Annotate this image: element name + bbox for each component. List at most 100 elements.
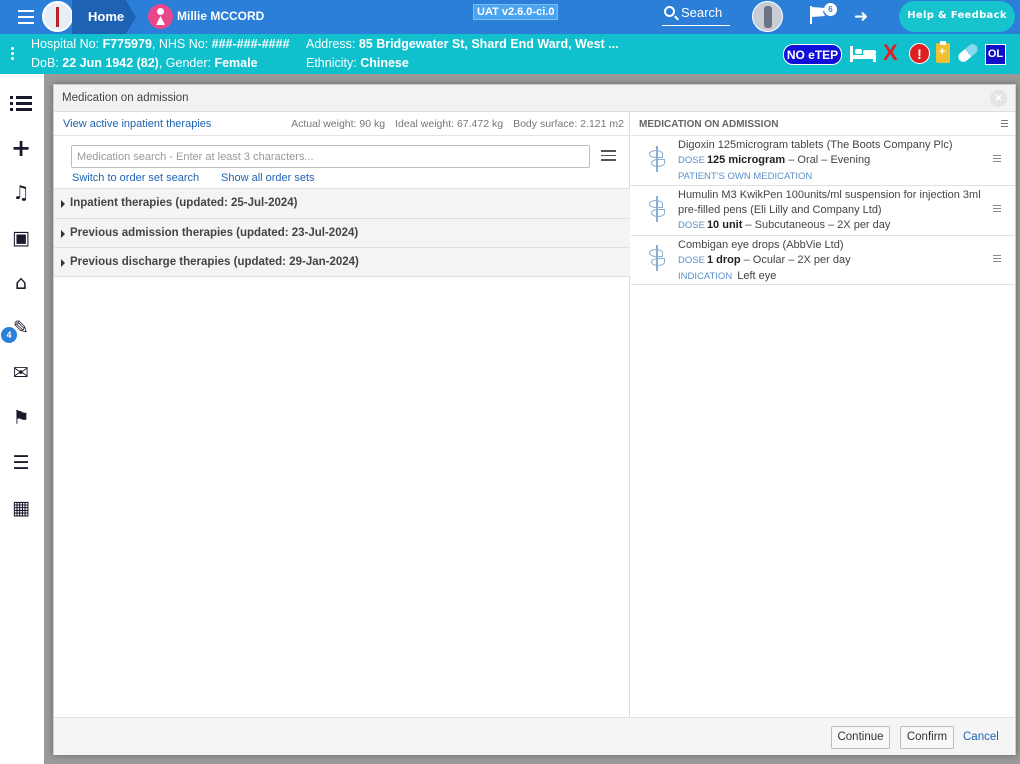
camera-glyph: ▣ [12, 227, 30, 249]
ol-badge[interactable]: OL [985, 44, 1006, 65]
indication-value: Left eye [737, 270, 777, 282]
medication-admission-dialog: Medication on admission × View active in… [53, 84, 1016, 755]
checklist-icon[interactable]: ☰ [7, 450, 35, 476]
logout-icon[interactable]: ➜ [854, 8, 868, 25]
dose-key: DOSE [678, 220, 705, 231]
ethnicity-value: Chinese [360, 56, 409, 70]
add-icon[interactable]: + [7, 135, 35, 161]
section-inpatient-therapies[interactable]: Inpatient therapies (updated: 25-Jul-202… [54, 188, 630, 218]
bed-icon[interactable] [850, 46, 876, 62]
checklist-glyph: ☰ [12, 452, 30, 474]
search-options-menu-icon[interactable] [601, 150, 616, 161]
route-frequency: – Subcutaneous – 2X per day [742, 219, 891, 231]
dob-label: DoB: [31, 56, 63, 70]
app-logo[interactable] [42, 1, 73, 32]
medication-name: Digoxin 125microgram tablets (The Boots … [678, 139, 953, 151]
caduceus-icon [646, 245, 668, 271]
indication-line: INDICATION Left eye [678, 270, 776, 282]
close-icon[interactable]: × [990, 90, 1007, 107]
inbox-icon[interactable]: ✉ [7, 360, 35, 386]
discharge-glyph: ⚑ [12, 407, 30, 429]
medication-item[interactable]: Digoxin 125microgram tablets (The Boots … [631, 136, 1015, 186]
hospital-number: F775979 [102, 37, 152, 51]
dialog-title: Medication on admission [62, 92, 189, 104]
clipboard-icon[interactable] [936, 41, 950, 63]
address-label: Address: [306, 37, 359, 51]
home-glyph: ⌂ [14, 272, 28, 294]
gender-label: , Gender: [158, 56, 215, 70]
dose-key: DOSE [678, 155, 705, 166]
cancel-link[interactable]: Cancel [963, 731, 999, 743]
item-menu-icon[interactable] [993, 205, 1001, 214]
dose-line: DOSE 1 drop – Ocular – 2X per day [678, 254, 851, 266]
cross-alert-icon[interactable]: X [883, 41, 898, 65]
stethoscope-icon[interactable]: ♫ [7, 180, 35, 206]
admission-medication-list: MEDICATION ON ADMISSION Digoxin 125micro… [631, 112, 1015, 717]
medication-item[interactable]: Combigan eye drops (AbbVie Ltd) DOSE 1 dr… [631, 236, 1015, 285]
patient-female-icon [148, 4, 173, 29]
search-button[interactable]: Search [662, 4, 730, 26]
dob-gender-line: DoB: 22 Jun 1942 (82), Gender: Female [31, 56, 258, 70]
weights-info: Actual weight: 90 kg Ideal weight: 67.472… [281, 118, 624, 130]
route-frequency: – Ocular – 2X per day [740, 254, 851, 266]
no-etep-badge[interactable]: NO eTEP [783, 44, 842, 65]
warning-icon[interactable]: ! [909, 43, 930, 64]
top-bar: Home Millie MCCORD UAT v2.6.0-ci.0 Searc… [0, 0, 1020, 34]
home-label[interactable]: Home [88, 9, 124, 24]
patient-banner: Hospital No: F775979, NHS No: ###-###-##… [0, 34, 1020, 74]
indication-key: INDICATION [678, 271, 733, 282]
item-menu-icon[interactable] [993, 255, 1001, 264]
user-avatar[interactable] [752, 1, 783, 32]
dose-line: DOSE 125 microgram – Oral – Evening [678, 154, 870, 166]
list-menu-icon[interactable] [1001, 120, 1008, 129]
patient-name[interactable]: Millie MCCORD [177, 9, 264, 23]
pill-icon[interactable] [956, 42, 980, 64]
own-medication-label: PATIENT'S OWN MEDICATION [678, 171, 813, 182]
address-value: 85 Bridgewater St, Shard End Ward, West … [358, 37, 619, 51]
version-badge: UAT v2.6.0-ci.0 [473, 4, 559, 20]
search-icon [664, 6, 675, 17]
discharge-icon[interactable]: ⚑ [7, 405, 35, 431]
ward-glyph: ▦ [12, 497, 30, 519]
gender-value: Female [214, 56, 258, 70]
stethoscope-glyph: ♫ [12, 182, 30, 204]
hospital-nhs-line: Hospital No: F775979, NHS No: ###-###-##… [31, 37, 290, 51]
nhs-number: ###-###-#### [211, 37, 290, 51]
hospital-label: Hospital No: [31, 37, 103, 51]
dose-line: DOSE 10 unit – Subcutaneous – 2X per day [678, 219, 890, 231]
view-active-therapies-link[interactable]: View active inpatient therapies [63, 118, 211, 130]
menu-icon[interactable] [18, 10, 34, 24]
medication-search-input[interactable] [71, 145, 590, 168]
switch-order-set-link[interactable]: Switch to order set search [72, 172, 199, 184]
section-label: Previous admission therapies (updated: 2… [70, 227, 359, 239]
left-rail: + ♫ ▣ ⌂ ✎ 4 ✉ ⚑ ☰ ▦ [0, 74, 44, 764]
caret-right-icon [61, 200, 65, 208]
caduceus-icon [646, 146, 668, 172]
nhs-label: , NHS No: [151, 37, 212, 51]
show-all-order-sets-link[interactable]: Show all order sets [221, 172, 315, 184]
route-frequency: – Oral – Evening [785, 154, 871, 166]
list-header: MEDICATION ON ADMISSION [631, 112, 1015, 136]
medication-item[interactable]: Humulin M3 KwikPen 100units/ml suspensio… [631, 186, 1015, 236]
more-options-icon[interactable] [11, 47, 15, 62]
ethnicity-line: Ethnicity: Chinese [306, 56, 409, 70]
confirm-button[interactable]: Confirm [900, 726, 954, 749]
address-line: Address: 85 Bridgewater St, Shard End Wa… [306, 37, 619, 51]
continue-button[interactable]: Continue [831, 726, 890, 749]
list-icon[interactable] [7, 90, 35, 116]
home-plus-icon[interactable]: ⌂ [7, 270, 35, 296]
search-label: Search [681, 5, 723, 20]
section-previous-admission[interactable]: Previous admission therapies (updated: 2… [54, 218, 630, 248]
section-previous-discharge[interactable]: Previous discharge therapies (updated: 2… [54, 247, 630, 277]
ward-icon[interactable]: ▦ [7, 495, 35, 521]
body-surface: Body surface: 2.121 m2 [513, 118, 624, 130]
list-title: MEDICATION ON ADMISSION [639, 119, 779, 130]
camera-icon[interactable]: ▣ [7, 225, 35, 251]
dose-value: 1 drop [706, 254, 741, 266]
actual-weight: Actual weight: 90 kg [291, 118, 386, 130]
help-feedback-button[interactable]: Help & Feedback [899, 1, 1015, 32]
medication-name: Humulin M3 KwikPen 100units/ml suspensio… [678, 189, 981, 216]
dose-value: 125 microgram [706, 154, 786, 166]
prescription-edit-icon[interactable]: ✎ 4 [1, 315, 35, 343]
item-menu-icon[interactable] [993, 155, 1001, 164]
